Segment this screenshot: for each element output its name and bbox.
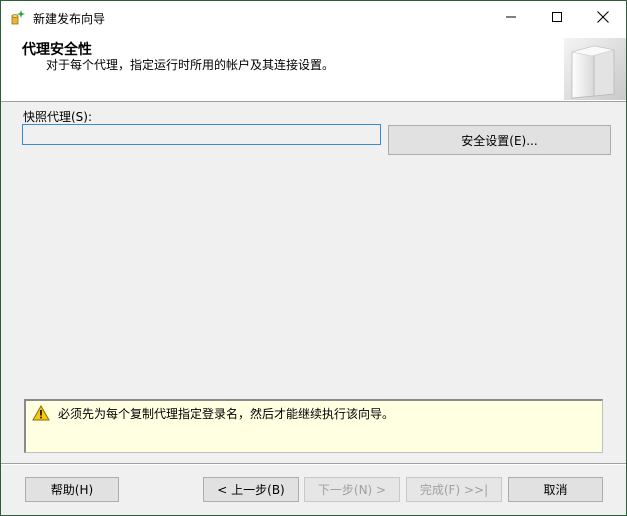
warning-icon: [32, 405, 50, 421]
maximize-button[interactable]: [534, 1, 580, 33]
footer-divider: [1, 463, 626, 465]
window-title: 新建发布向导: [33, 12, 106, 26]
wizard-app-icon: [10, 9, 26, 25]
wizard-window: 新建发布向导 代理安全性 对于每个代理，指定运行时所用的帐户及其连接设置。 快照…: [0, 0, 627, 516]
next-button[interactable]: 下一步(N) >: [304, 477, 400, 502]
minimize-button[interactable]: [488, 1, 534, 33]
title-bar[interactable]: 新建发布向导: [1, 1, 626, 34]
close-icon: [597, 11, 609, 23]
wizard-banner-graphic: [564, 38, 626, 100]
close-button[interactable]: [580, 1, 626, 33]
help-button[interactable]: 帮助(H): [25, 477, 119, 502]
security-settings-button[interactable]: 安全设置(E)...: [388, 125, 611, 155]
finish-button[interactable]: 完成(F) >>|: [406, 477, 502, 502]
page-subtitle: 对于每个代理，指定运行时所用的帐户及其连接设置。: [46, 58, 335, 72]
snapshot-agent-label: 快照代理(S):: [23, 110, 93, 124]
cancel-button[interactable]: 取消: [508, 477, 603, 502]
warning-panel: 必须先为每个复制代理指定登录名，然后才能继续执行该向导。: [24, 399, 603, 453]
snapshot-agent-field[interactable]: [22, 124, 381, 145]
minimize-icon: [506, 16, 516, 18]
back-button[interactable]: < 上一步(B): [203, 477, 299, 502]
maximize-icon: [552, 12, 562, 22]
wizard-header: 代理安全性 对于每个代理，指定运行时所用的帐户及其连接设置。: [1, 34, 626, 102]
warning-message: 必须先为每个复制代理指定登录名，然后才能继续执行该向导。: [58, 407, 395, 421]
